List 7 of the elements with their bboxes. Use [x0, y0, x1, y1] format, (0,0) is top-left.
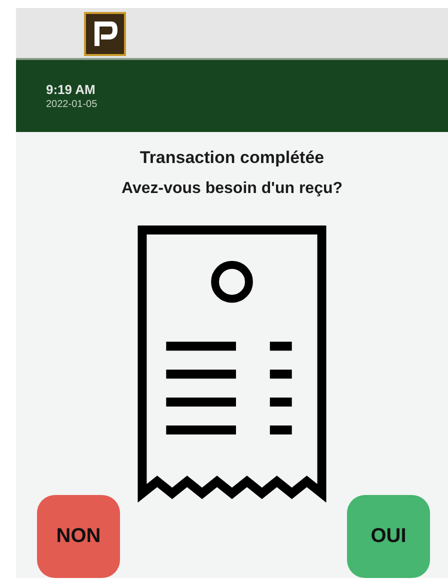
no-button[interactable]: NON [37, 495, 120, 578]
transaction-title: Transaction complétée [138, 148, 326, 168]
time-label: 9:19 AM [46, 82, 96, 97]
date-label: 2022-01-05 [46, 98, 98, 110]
receipt-question: Avez-vous besoin d'un reçu? [120, 180, 344, 198]
yes-button[interactable]: OUI [347, 495, 430, 578]
logo-icon [84, 12, 126, 56]
